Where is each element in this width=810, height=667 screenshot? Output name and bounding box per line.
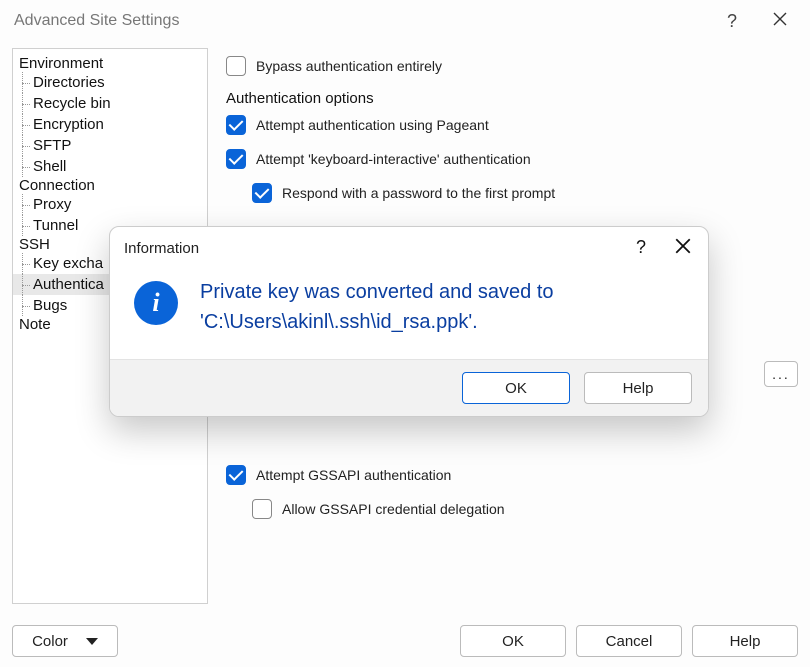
- dialog-help-button[interactable]: Help: [584, 372, 692, 404]
- ki-label: Attempt 'keyboard-interactive' authentic…: [256, 151, 531, 167]
- dialog-buttons: OK Help: [110, 359, 708, 416]
- close-icon[interactable]: [772, 11, 796, 32]
- dialog-message: Private key was converted and saved to '…: [200, 277, 684, 337]
- ok-button[interactable]: OK: [460, 625, 566, 657]
- info-dialog: Information ? i Private key was converte…: [109, 226, 709, 417]
- gssapi-delegate-label: Allow GSSAPI credential delegation: [282, 501, 505, 517]
- help-button[interactable]: Help: [692, 625, 798, 657]
- gssapi-attempt-label: Attempt GSSAPI authentication: [256, 467, 451, 483]
- caret-down-icon: [86, 638, 98, 645]
- dialog-title: Information: [124, 240, 199, 257]
- gssapi-delegate-row[interactable]: Allow GSSAPI credential delegation: [252, 499, 798, 519]
- pageant-label: Attempt authentication using Pageant: [256, 117, 489, 133]
- footer: Color OK Cancel Help: [12, 625, 798, 657]
- gssapi-attempt-checkbox[interactable]: [226, 465, 246, 485]
- bypass-auth-row[interactable]: Bypass authentication entirely: [226, 56, 798, 76]
- tree-item[interactable]: SFTP: [13, 135, 207, 156]
- respond-row[interactable]: Respond with a password to the first pro…: [252, 183, 798, 203]
- window-title: Advanced Site Settings: [14, 12, 179, 30]
- bypass-auth-label: Bypass authentication entirely: [256, 58, 442, 74]
- respond-checkbox[interactable]: [252, 183, 272, 203]
- tree-group-connection[interactable]: Connection: [13, 177, 207, 194]
- ki-checkbox[interactable]: [226, 149, 246, 169]
- pageant-checkbox[interactable]: [226, 115, 246, 135]
- dialog-help-icon[interactable]: ?: [636, 237, 646, 259]
- tree-group-environment[interactable]: Environment: [13, 55, 207, 72]
- info-icon: i: [134, 281, 178, 325]
- titlebar: Advanced Site Settings ?: [0, 0, 810, 42]
- tree-item[interactable]: Recycle bin: [13, 93, 207, 114]
- help-icon[interactable]: ?: [720, 11, 744, 32]
- footer-right: OK Cancel Help: [460, 625, 798, 657]
- dialog-ok-button[interactable]: OK: [462, 372, 570, 404]
- color-button-label: Color: [32, 633, 68, 650]
- bypass-auth-checkbox[interactable]: [226, 56, 246, 76]
- ki-row[interactable]: Attempt 'keyboard-interactive' authentic…: [226, 149, 798, 169]
- tree-item[interactable]: Proxy: [13, 194, 207, 215]
- tree-item[interactable]: Encryption: [13, 114, 207, 135]
- gssapi-attempt-row[interactable]: Attempt GSSAPI authentication: [226, 465, 798, 485]
- gssapi-delegate-checkbox[interactable]: [252, 499, 272, 519]
- respond-label: Respond with a password to the first pro…: [282, 185, 555, 201]
- dialog-close-icon[interactable]: [674, 237, 692, 259]
- dialog-body: i Private key was converted and saved to…: [110, 269, 708, 359]
- window-controls: ?: [720, 11, 796, 32]
- pageant-row[interactable]: Attempt authentication using Pageant: [226, 115, 798, 135]
- dialog-titlebar: Information ?: [110, 227, 708, 269]
- tree-item[interactable]: Shell: [13, 156, 207, 177]
- color-button[interactable]: Color: [12, 625, 118, 657]
- browse-button[interactable]: ...: [764, 361, 798, 387]
- tree-item[interactable]: Directories: [13, 72, 207, 93]
- cancel-button[interactable]: Cancel: [576, 625, 682, 657]
- auth-options-legend: Authentication options: [226, 90, 798, 107]
